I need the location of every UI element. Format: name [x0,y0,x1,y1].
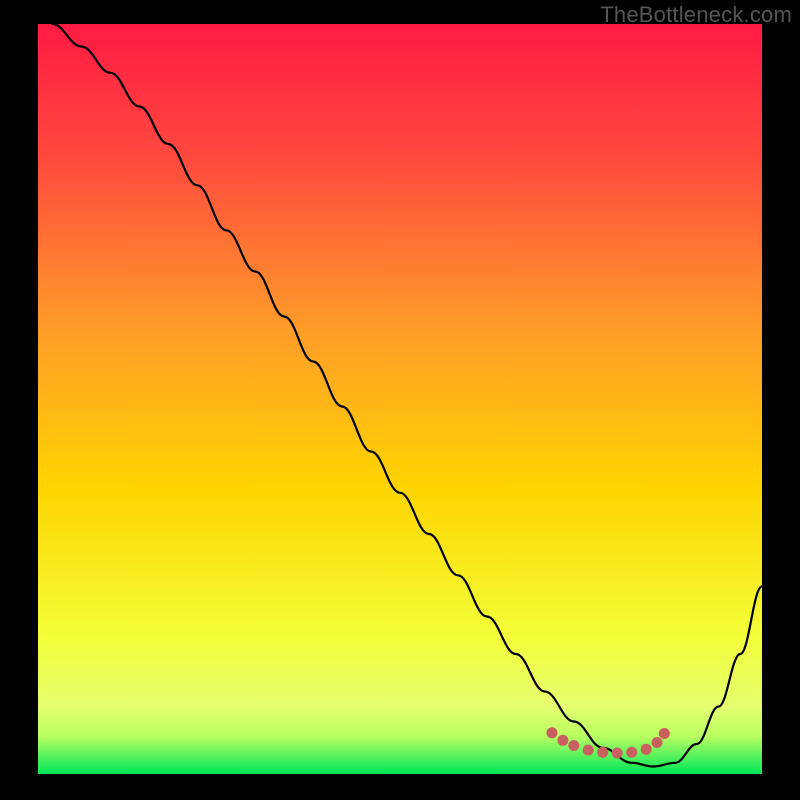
optimal-marker-dot [641,744,652,755]
chart-container: TheBottleneck.com [0,0,800,800]
chart-svg [38,24,762,774]
optimal-marker-dot [659,728,670,739]
optimal-marker-dot [557,735,568,746]
optimal-marker-dot [597,747,608,758]
watermark-text: TheBottleneck.com [600,2,792,28]
gradient-background [38,24,762,774]
optimal-marker-dot [568,740,579,751]
optimal-marker-dot [547,727,558,738]
optimal-marker-dot [626,747,637,758]
optimal-marker-dot [583,745,594,756]
plot-area [38,24,762,774]
optimal-marker-dot [612,748,623,759]
optimal-marker-dot [652,737,663,748]
